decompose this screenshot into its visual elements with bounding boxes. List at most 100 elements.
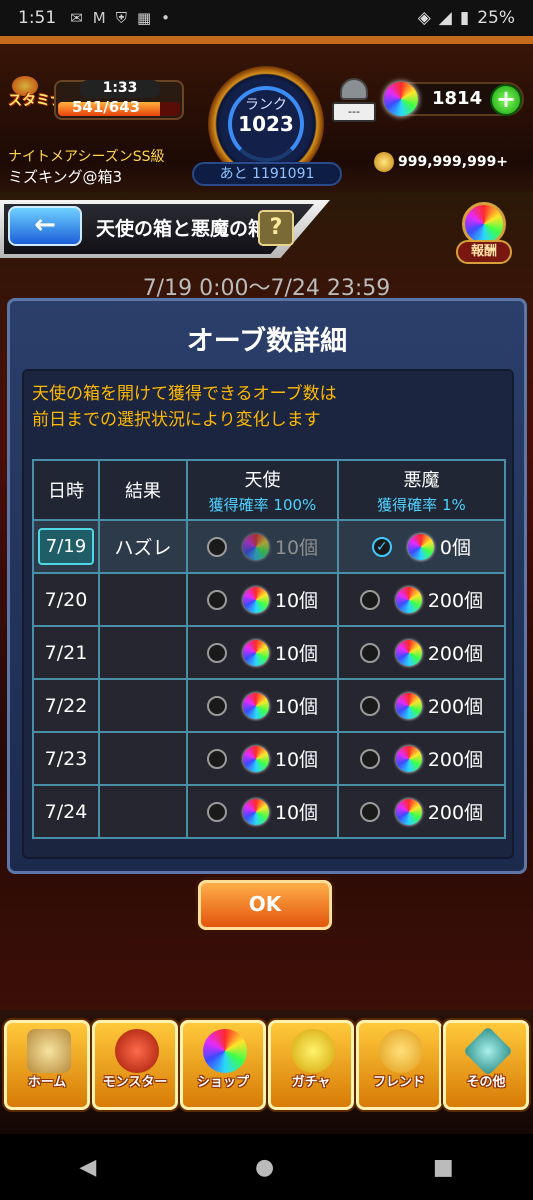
row-angel[interactable]: 10個	[186, 731, 339, 786]
rank-value: 1023	[238, 112, 294, 136]
battery-icon: ▮	[459, 8, 470, 28]
nav-friend-label: フレンド	[372, 1075, 425, 1090]
robot-display: ---	[332, 102, 376, 122]
help-button[interactable]: ?	[258, 210, 294, 246]
radio-icon	[206, 695, 227, 716]
row-devil[interactable]: 200個	[336, 625, 507, 680]
header-devil-rate: 獲得確率 1%	[377, 495, 466, 514]
system-nav-bar: ◀ ● ■	[0, 1134, 533, 1200]
radio-icon	[206, 642, 227, 663]
orb-icon	[203, 1029, 247, 1073]
orb-icon	[242, 533, 269, 560]
nav-other-label: その他	[466, 1075, 506, 1090]
header-date: 日時	[32, 459, 100, 521]
notification-icon: ✉	[70, 9, 83, 27]
row-result	[98, 678, 188, 733]
back-triangle-icon[interactable]: ◀	[79, 1155, 96, 1180]
devil-amount: 0個	[439, 537, 472, 559]
home-circle-icon[interactable]: ●	[255, 1155, 274, 1180]
row-result	[98, 625, 188, 680]
radio-icon	[359, 642, 380, 663]
row-angel[interactable]: 10個	[186, 572, 339, 627]
radio-icon	[206, 536, 227, 557]
nav-shop[interactable]: ショップ	[180, 1020, 266, 1110]
devil-amount: 200個	[427, 802, 484, 824]
angel-amount: 10個	[274, 643, 319, 665]
row-devil[interactable]: 200個	[336, 784, 507, 839]
nav-gacha-label: ガチャ	[291, 1075, 331, 1090]
rank-next-exp: あと 1191091	[192, 162, 342, 186]
orb-detail-dialog: オーブ数詳細 天使の箱を開けて獲得できるオーブ数は 前日までの選択状況により変化…	[7, 298, 527, 874]
nav-home[interactable]: ホーム	[4, 1020, 90, 1110]
row-angel[interactable]: 10個	[186, 625, 339, 680]
calendar-icon: ▦	[136, 9, 152, 27]
question-diamond-icon	[463, 1026, 513, 1076]
radio-icon	[359, 695, 380, 716]
row-result: ハズレ	[98, 519, 188, 574]
stamina-value: 541/643	[72, 98, 141, 116]
radio-icon	[359, 748, 380, 769]
rank-label: ランク	[245, 97, 287, 113]
header-result: 結果	[98, 459, 188, 521]
buy-orb-button[interactable]: +	[490, 84, 522, 116]
robot-icon[interactable]: ---	[332, 78, 376, 124]
row-date: 7/23	[32, 731, 100, 786]
nav-other[interactable]: その他	[443, 1020, 529, 1110]
radio-icon	[206, 801, 227, 822]
dot-icon: •	[161, 9, 171, 27]
angel-amount: 10個	[274, 590, 319, 612]
radio-icon	[359, 589, 380, 610]
ok-button[interactable]: OK	[198, 880, 332, 930]
reward-label: 報酬	[456, 240, 512, 264]
table-row: 7/21 10個 200個	[32, 625, 507, 680]
orb-icon	[242, 692, 269, 719]
devil-amount: 200個	[427, 590, 484, 612]
row-date: 7/19	[32, 519, 100, 574]
nav-monster[interactable]: モンスター	[92, 1020, 178, 1110]
stamina-gauge[interactable]: 1:33 541/643	[54, 80, 184, 120]
back-button[interactable]: ←	[8, 206, 82, 246]
table-row: 7/22 10個 200個	[32, 678, 507, 733]
orb-icon	[242, 798, 269, 825]
row-angel[interactable]: 10個	[186, 784, 339, 839]
angel-amount: 10個	[274, 749, 319, 771]
row-result	[98, 731, 188, 786]
reward-button[interactable]: 報酬	[454, 202, 514, 264]
radio-icon	[206, 589, 227, 610]
orb-icon	[395, 798, 422, 825]
season-label: ナイトメアシーズンSS級	[8, 149, 165, 165]
row-devil[interactable]: 200個	[336, 572, 507, 627]
nav-gacha[interactable]: ガチャ	[268, 1020, 354, 1110]
orb-icon	[395, 745, 422, 772]
table-row: 7/23 10個 200個	[32, 731, 507, 786]
player-name: ミズキング@箱3	[8, 168, 123, 186]
check-icon: ✓	[371, 536, 392, 557]
row-devil[interactable]: ✓ 0個	[336, 519, 507, 574]
status-time: 1:51	[18, 8, 57, 28]
info-text: 天使の箱を開けて獲得できるオーブ数は 前日までの選択状況により変化します	[32, 381, 337, 433]
row-devil[interactable]: 200個	[336, 731, 507, 786]
row-angel[interactable]: 10個	[186, 678, 339, 733]
orb-icon	[395, 586, 422, 613]
orb-icon	[395, 692, 422, 719]
game-header: スタミナ 1:33 541/643 ランク 1023 あと 1191091 --…	[0, 36, 533, 192]
radio-icon	[206, 748, 227, 769]
header-devil: 悪魔 獲得確率 1%	[336, 459, 507, 521]
house-icon	[27, 1029, 71, 1073]
orb-icon	[242, 586, 269, 613]
row-result	[98, 784, 188, 839]
table-row: 7/24 10個 200個	[32, 784, 507, 839]
stamina-timer: 1:33	[80, 80, 160, 98]
row-angel[interactable]: 10個	[186, 519, 339, 574]
orb-counter: 1814 +	[384, 82, 524, 116]
gmail-icon: M	[92, 9, 106, 27]
header-angel: 天使 獲得確率 100%	[186, 459, 339, 521]
row-devil[interactable]: 200個	[336, 678, 507, 733]
orb-table: 日時 結果 天使 獲得確率 100% 悪魔 獲得確率 1% 7/19 ハズレ 10個…	[32, 459, 507, 839]
nav-friend[interactable]: フレンド	[356, 1020, 442, 1110]
recents-square-icon[interactable]: ■	[433, 1155, 454, 1180]
info-line-2: 前日までの選択状況により変化します	[32, 410, 321, 430]
shield-icon: ⛨	[115, 9, 127, 27]
orb-icon	[407, 533, 434, 560]
wifi-icon: ◈	[417, 8, 431, 28]
